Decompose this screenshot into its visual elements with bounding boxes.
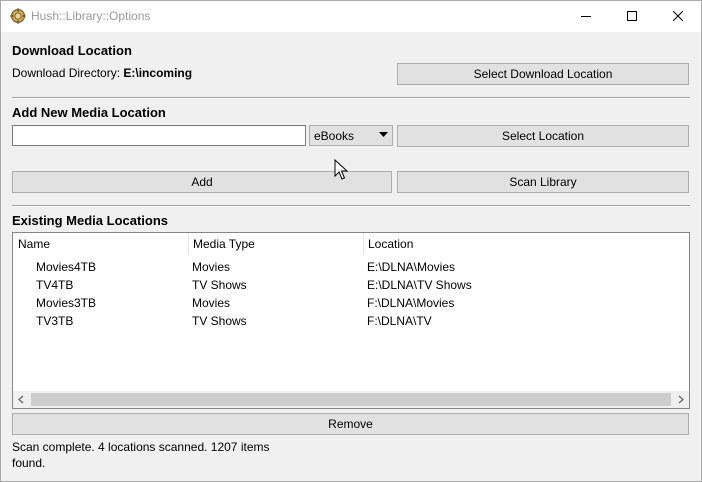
- maximize-button[interactable]: [609, 1, 655, 32]
- add-media-section-title: Add New Media Location: [12, 105, 166, 120]
- mouse-cursor-icon: [334, 159, 348, 180]
- row-location: F:\DLNA\TV: [367, 314, 432, 328]
- scan-library-button[interactable]: Scan Library: [397, 171, 689, 193]
- row-media-type: Movies: [192, 260, 231, 274]
- title-bar[interactable]: Hush::Library::Options: [1, 1, 701, 32]
- remove-button[interactable]: Remove: [12, 413, 689, 435]
- maximize-icon: [627, 11, 637, 21]
- media-type-selected: eBooks: [314, 129, 355, 143]
- download-directory-row: Download Directory: E:\incoming: [12, 66, 192, 80]
- media-locations-list[interactable]: Name Media Type Location Movies4TB Movie…: [12, 232, 690, 409]
- list-item[interactable]: TV3TB TV Shows F:\DLNA\TV: [13, 312, 673, 330]
- download-directory-value: E:\incoming: [123, 66, 193, 80]
- close-button[interactable]: [655, 1, 701, 32]
- status-line: found.: [12, 456, 46, 470]
- horizontal-scrollbar[interactable]: [13, 391, 689, 408]
- row-name: TV3TB: [36, 314, 74, 328]
- media-type-select[interactable]: eBooks: [309, 125, 393, 146]
- existing-section-title: Existing Media Locations: [12, 213, 169, 228]
- scroll-right-button[interactable]: [672, 391, 689, 408]
- status-text: Scan complete. 4 locations scanned. 1207…: [12, 439, 312, 471]
- separator: [12, 97, 690, 99]
- row-location: E:\DLNA\Movies: [367, 260, 456, 274]
- row-name: Movies3TB: [36, 296, 97, 310]
- app-icon[interactable]: [10, 8, 26, 24]
- close-icon: [673, 11, 683, 21]
- list-item[interactable]: Movies4TB Movies E:\DLNA\Movies: [13, 258, 673, 276]
- row-name: Movies4TB: [36, 260, 97, 274]
- row-location: E:\DLNA\TV Shows: [367, 278, 472, 292]
- chevron-right-icon: [678, 395, 684, 404]
- download-section-title: Download Location: [12, 43, 132, 58]
- row-media-type: TV Shows: [192, 314, 247, 328]
- download-directory-label: Download Directory:: [12, 66, 121, 80]
- minimize-button[interactable]: [563, 1, 609, 32]
- separator: [12, 205, 690, 207]
- select-download-location-button[interactable]: Select Download Location: [397, 63, 689, 85]
- minimize-icon: [581, 16, 591, 17]
- list-item[interactable]: TV4TB TV Shows E:\DLNA\TV Shows: [13, 276, 673, 294]
- select-location-button[interactable]: Select Location: [397, 125, 689, 147]
- row-name: TV4TB: [36, 278, 74, 292]
- options-window: Hush::Library::Options Download Location…: [0, 0, 702, 482]
- row-media-type: Movies: [192, 296, 231, 310]
- chevron-left-icon: [18, 395, 24, 404]
- list-header: Name Media Type Location: [13, 233, 689, 255]
- column-header-media-type[interactable]: Media Type: [188, 233, 364, 255]
- row-media-type: TV Shows: [192, 278, 247, 292]
- status-line: Scan complete. 4 locations scanned. 1207…: [12, 440, 270, 454]
- media-path-input[interactable]: [12, 125, 306, 146]
- list-item[interactable]: Movies3TB Movies F:\DLNA\Movies: [13, 294, 673, 312]
- column-header-name[interactable]: Name: [13, 233, 189, 255]
- row-location: F:\DLNA\Movies: [367, 296, 455, 310]
- column-header-location[interactable]: Location: [363, 233, 689, 255]
- window-title: Hush::Library::Options: [31, 9, 151, 23]
- scrollbar-thumb[interactable]: [31, 393, 671, 406]
- scroll-left-button[interactable]: [13, 391, 30, 408]
- chevron-down-icon: [379, 132, 388, 137]
